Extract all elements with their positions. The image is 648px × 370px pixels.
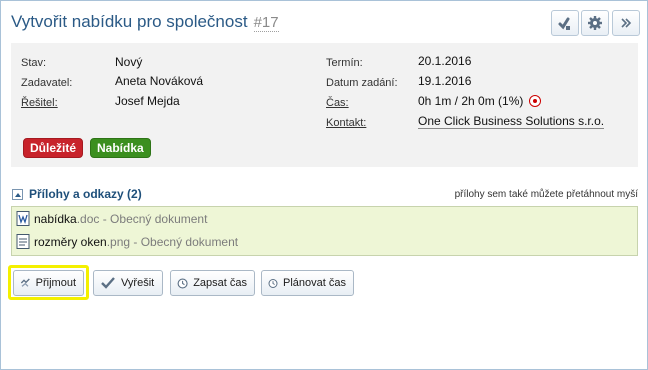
created-label: Datum zadání: xyxy=(326,77,398,89)
field-requester: Zadavatel: xyxy=(21,73,72,91)
image-file-icon xyxy=(16,234,30,255)
ticket-id[interactable]: #17 xyxy=(253,14,279,32)
resolve-label: Vyřešit xyxy=(121,277,155,289)
time-label[interactable]: Čas: xyxy=(326,97,349,109)
file-name: nabídka xyxy=(34,212,77,226)
list-item[interactable]: rozměry oken.png - Obecný dokument xyxy=(16,232,238,252)
time-value: 0h 1m / 2h 0m (1%) xyxy=(418,94,524,108)
clock-icon xyxy=(177,277,188,289)
attachments-header: Přílohy a odkazy (2) přílohy sem také mů… xyxy=(11,187,638,203)
resolve-button[interactable]: Vyřešit xyxy=(93,270,163,296)
accept-icon xyxy=(20,278,30,287)
word-document-icon xyxy=(16,211,30,232)
field-contact: Kontakt: xyxy=(326,113,366,131)
field-created: Datum zadání: xyxy=(326,73,398,91)
requester-value-row: Aneta Nováková xyxy=(115,72,203,90)
time-value-row: 0h 1m / 2h 0m (1%) xyxy=(418,92,542,110)
tag-offer[interactable]: Nabídka xyxy=(90,138,151,158)
task-panel: Vytvořit nabídku pro společnost #17 Stav… xyxy=(0,0,648,370)
field-status: Stav: xyxy=(21,53,46,71)
accept-label: Přijmout xyxy=(35,277,76,289)
file-description: - Obecný dokument xyxy=(130,235,239,249)
file-description: - Obecný dokument xyxy=(99,212,208,226)
status-value: Nový xyxy=(115,55,143,69)
assignee-value: Josef Mejda xyxy=(115,94,180,108)
contact-link[interactable]: One Click Business Solutions s.r.o. xyxy=(418,114,605,129)
contact-value-row: One Click Business Solutions s.r.o. xyxy=(418,112,605,130)
log-time-label: Zapsat čas xyxy=(193,277,247,289)
settings-button[interactable] xyxy=(581,10,609,36)
field-deadline: Termín: xyxy=(326,53,363,71)
assignee-value-row: Josef Mejda xyxy=(115,92,180,110)
task-details: Stav: Nový Zadavatel: Aneta Nováková Řeš… xyxy=(11,43,638,167)
file-name: rozměry oken xyxy=(34,235,107,249)
log-time-button[interactable]: Zapsat čas xyxy=(170,270,255,296)
collapse-toggle-icon[interactable] xyxy=(12,189,23,200)
deadline-value-row: 20.1.2016 xyxy=(418,52,471,70)
deadline-value: 20.1.2016 xyxy=(418,54,472,68)
checkmark-icon xyxy=(101,277,115,289)
field-assignee: Řešitel: xyxy=(21,93,58,111)
clock-icon xyxy=(268,278,278,288)
created-value: 19.1.2016 xyxy=(418,74,472,88)
page-title: Vytvořit nabídku pro společnost #17 xyxy=(11,12,279,32)
task-title: Vytvořit nabídku pro společnost xyxy=(11,12,248,31)
file-extension: .doc xyxy=(76,212,100,226)
created-value-row: 19.1.2016 xyxy=(418,72,471,90)
attachments-title[interactable]: Přílohy a odkazy (2) xyxy=(29,187,142,201)
record-time-icon[interactable] xyxy=(529,95,542,107)
contact-label[interactable]: Kontakt: xyxy=(326,117,366,129)
field-time: Čas: xyxy=(326,93,349,111)
file-extension: .png xyxy=(106,235,131,249)
assign-icon xyxy=(558,17,570,30)
gear-icon xyxy=(588,16,602,30)
attachments-drop-hint: přílohy sem také můžete přetáhnout myší xyxy=(454,189,638,200)
attachments-list[interactable]: nabídka.doc - Obecný dokument rozměry ok… xyxy=(11,206,638,256)
plan-time-button[interactable]: Plánovat čas xyxy=(261,270,354,296)
list-item[interactable]: nabídka.doc - Obecný dokument xyxy=(16,209,207,229)
deadline-label: Termín: xyxy=(326,57,363,69)
double-chevron-right-icon xyxy=(621,18,632,28)
tag-important[interactable]: Důležité xyxy=(23,138,84,158)
expand-button[interactable] xyxy=(612,10,640,36)
status-value-row: Nový xyxy=(115,53,142,71)
requester-label: Zadavatel: xyxy=(21,77,73,89)
requester-value: Aneta Nováková xyxy=(115,74,204,88)
accept-button[interactable]: Přijmout xyxy=(13,270,84,296)
assignee-label[interactable]: Řešitel: xyxy=(21,97,58,109)
assign-button[interactable] xyxy=(551,10,579,36)
status-label: Stav: xyxy=(21,57,47,69)
panel-header: Vytvořit nabídku pro společnost #17 xyxy=(1,1,647,43)
plan-time-label: Plánovat čas xyxy=(283,277,346,289)
